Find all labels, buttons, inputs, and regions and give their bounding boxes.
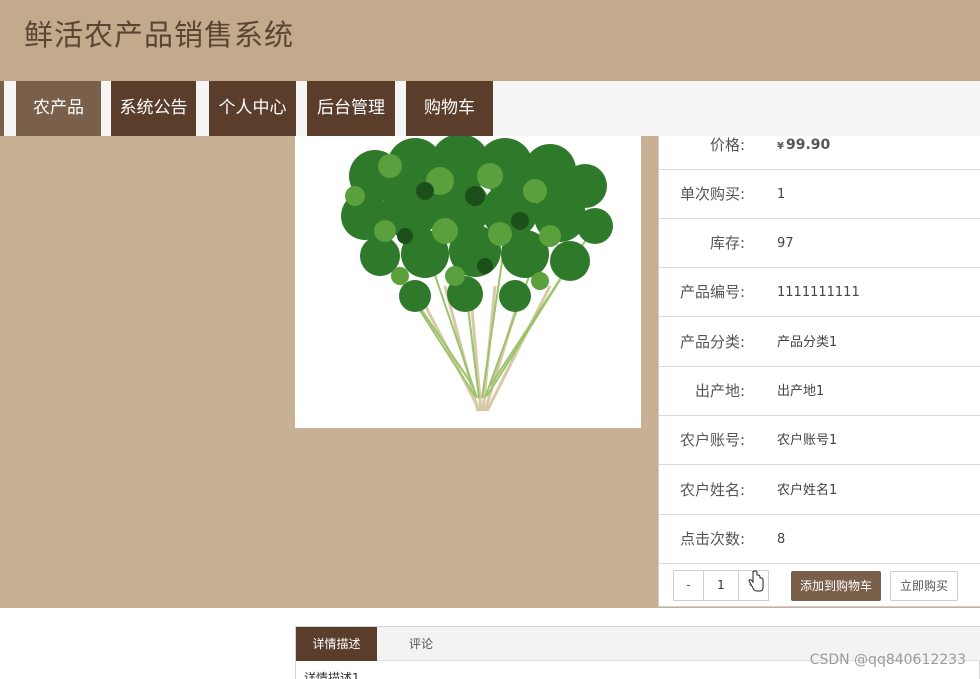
quantity-decrease-button[interactable]: - <box>674 571 704 600</box>
price-currency: ¥ <box>777 141 784 152</box>
info-label: 农户姓名: <box>679 481 745 499</box>
hand-cursor-icon <box>748 570 764 592</box>
tab-description[interactable]: 详情描述 <box>296 627 377 661</box>
info-value: 1111111111 <box>777 285 860 300</box>
info-value: 1 <box>777 187 786 202</box>
info-label: 农户账号: <box>679 431 745 449</box>
purchase-controls: - + 添加到购物车 立即购买 <box>659 569 980 605</box>
nav-item-admin[interactable]: 后台管理 <box>307 81 395 136</box>
info-row-price: 价格: ¥99.90 <box>659 136 980 170</box>
nav-item-cart[interactable]: 购物车 <box>406 81 493 136</box>
site-title: 鲜活农产品销售系统 <box>24 18 295 52</box>
info-value: 农户姓名1 <box>777 483 838 498</box>
price-amount: 99.90 <box>785 137 831 153</box>
info-label: 单次购买: <box>679 185 745 203</box>
info-row-origin: 出产地: 出产地1 <box>659 367 980 416</box>
info-value: 产品分类1 <box>777 335 838 350</box>
info-label: 出产地: <box>694 382 745 400</box>
info-value: 出产地1 <box>777 384 825 399</box>
info-label: 库存: <box>709 234 745 252</box>
site-header: 鲜活农产品销售系统 <box>0 0 980 81</box>
info-row-category: 产品分类: 产品分类1 <box>659 318 980 367</box>
quantity-input[interactable] <box>704 571 738 600</box>
nav-item-personal-center[interactable]: 个人中心 <box>209 81 296 136</box>
buy-now-button[interactable]: 立即购买 <box>890 571 958 601</box>
info-row-single-purchase: 单次购买: 1 <box>659 170 980 219</box>
watermark: CSDN @qq840612233 <box>809 652 966 668</box>
info-value: 农户账号1 <box>777 433 838 448</box>
tab-reviews[interactable]: 评论 <box>391 627 451 661</box>
product-image <box>295 136 641 428</box>
info-label: 点击次数: <box>679 530 745 548</box>
main-nav: 农产品 系统公告 个人中心 后台管理 购物车 <box>0 81 980 136</box>
coriander-bunch-image <box>341 136 613 412</box>
info-label: 产品编号: <box>679 283 745 301</box>
nav-left-strip <box>0 81 4 136</box>
detail-section: 详情描述 评论 详情描述1 CSDN @qq840612233 <box>0 608 980 679</box>
info-row-click-count: 点击次数: 8 <box>659 515 980 564</box>
info-value: 97 <box>777 236 794 251</box>
price-label: 价格: <box>709 136 745 154</box>
info-row-farmer-name: 农户姓名: 农户姓名1 <box>659 466 980 515</box>
add-to-cart-button[interactable]: 添加到购物车 <box>791 571 881 601</box>
nav-item-announcements[interactable]: 系统公告 <box>111 81 196 136</box>
info-value: 8 <box>777 532 786 547</box>
product-info-panel: 价格: ¥99.90 单次购买: 1 库存: 97 产品编号: 11111111… <box>658 136 980 607</box>
tab-content: 详情描述1 <box>304 671 360 679</box>
info-row-stock: 库存: 97 <box>659 219 980 268</box>
info-row-product-number: 产品编号: 1111111111 <box>659 268 980 317</box>
info-label: 产品分类: <box>679 333 745 351</box>
nav-item-products[interactable]: 农产品 <box>16 81 101 136</box>
info-row-farmer-account: 农户账号: 农户账号1 <box>659 416 980 465</box>
price-value: ¥99.90 <box>777 136 830 170</box>
